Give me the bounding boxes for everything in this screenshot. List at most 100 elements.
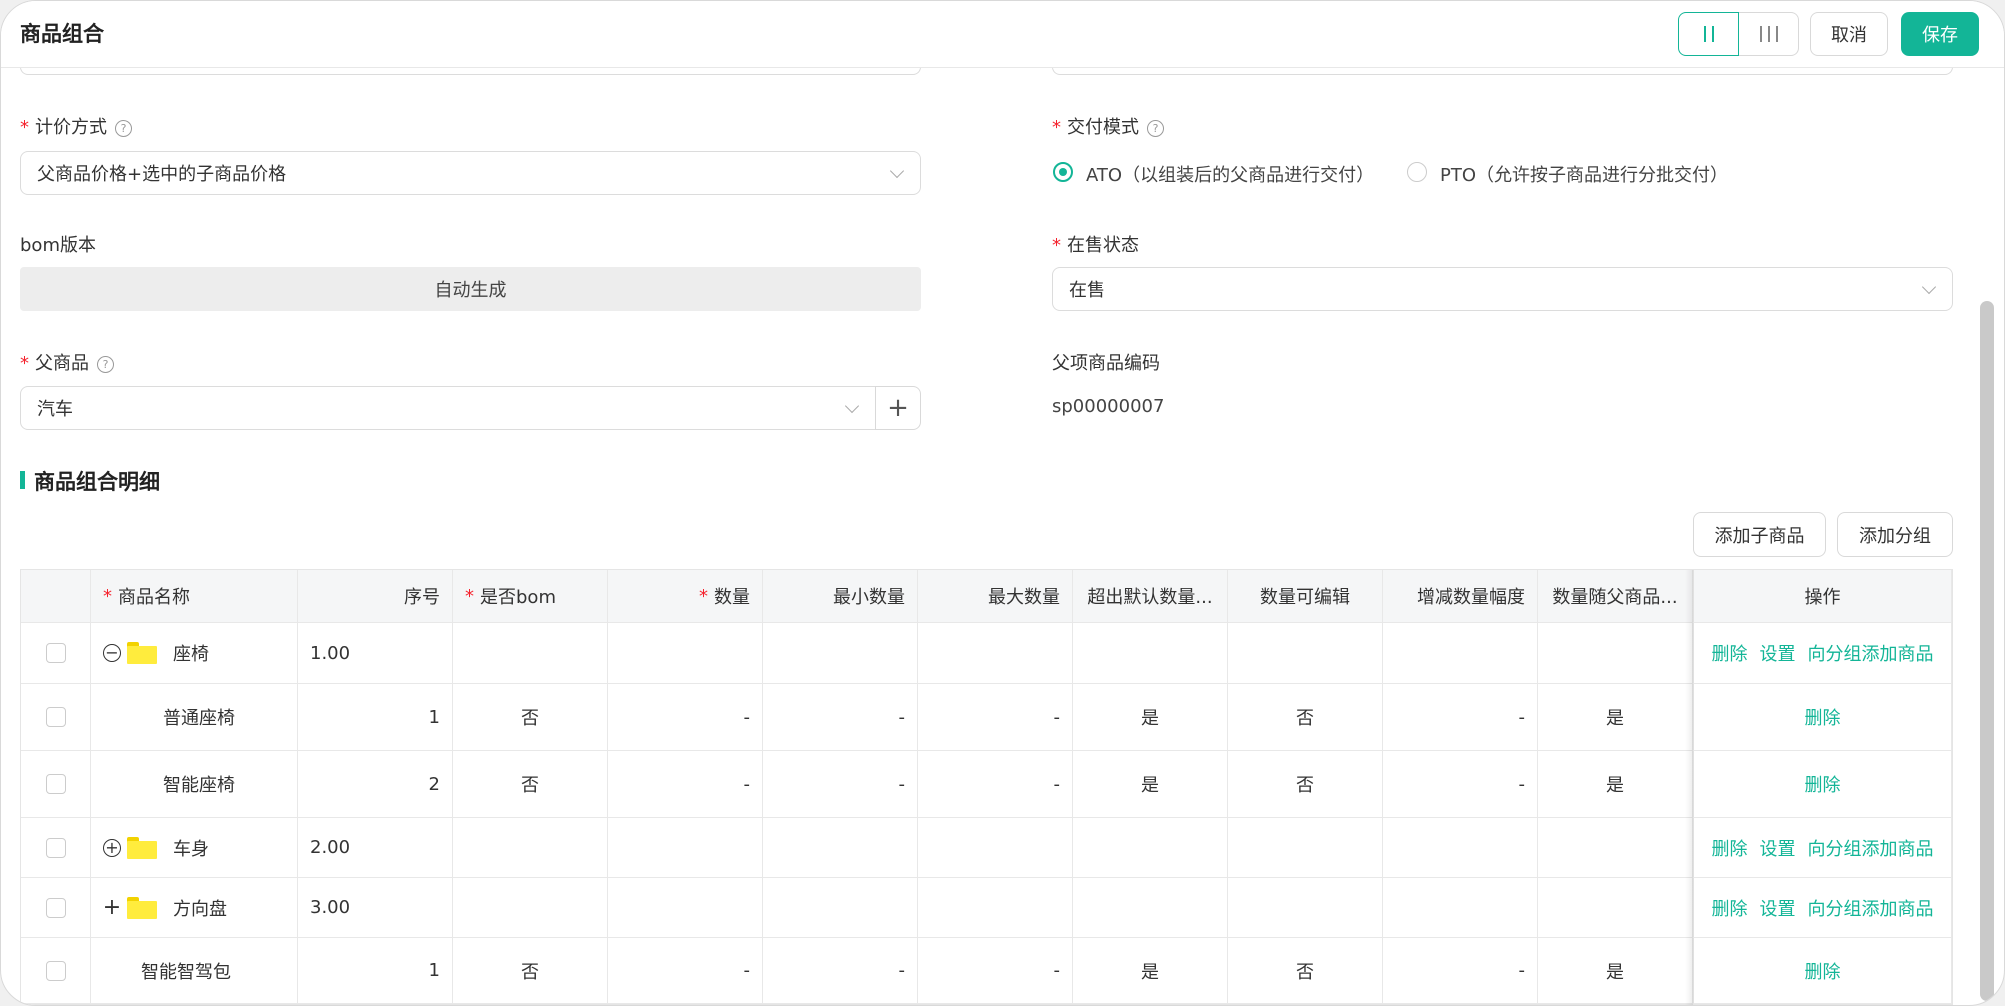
combo-detail-table: * 商品名称 序号 * 是否bom * 数量 最小数量 最大数量 超出默认数量... … — [20, 569, 1953, 1005]
col-header-is-bom[interactable]: * 是否bom — [453, 570, 608, 623]
radio-ato[interactable] — [1053, 162, 1073, 182]
parent-product-label: * 父商品? — [20, 349, 114, 375]
col-header-qty[interactable]: * 数量 — [608, 570, 763, 623]
cell-empty — [453, 623, 608, 684]
col-header-seq[interactable]: 序号 — [298, 570, 453, 623]
row-checkbox[interactable] — [21, 818, 91, 878]
cell-empty — [1383, 818, 1538, 878]
row-checkbox[interactable] — [21, 684, 91, 751]
cell-empty — [453, 878, 608, 938]
delete-link[interactable]: 删除 — [1805, 704, 1841, 730]
expand-icon[interactable]: + — [103, 896, 121, 918]
parent-product-select[interactable]: 汽车 — [20, 386, 876, 430]
row-actions: 删除 — [1693, 938, 1952, 1004]
item-name: 普通座椅 — [91, 684, 298, 751]
add-group-button[interactable]: 添加分组 — [1837, 512, 1953, 557]
group-seq: 2.00 — [298, 818, 453, 878]
cell-empty — [1383, 623, 1538, 684]
col-header-max[interactable]: 最大数量 — [918, 570, 1073, 623]
item-seq: 1 — [298, 684, 453, 751]
radio-ato-label[interactable]: ATO（以组装后的父商品进行交付） — [1086, 161, 1374, 187]
cell-empty — [1538, 818, 1693, 878]
col-header-step[interactable]: 增减数量幅度 — [1383, 570, 1538, 623]
cell-empty — [763, 818, 918, 878]
item-is-bom: 否 — [453, 751, 608, 818]
delivery-label: * 交付模式? — [1052, 113, 1164, 139]
item-step: - — [1383, 684, 1538, 751]
bom-version-label: bom版本 — [20, 235, 96, 256]
settings-link[interactable]: 设置 — [1760, 835, 1796, 861]
add-parent-product-button[interactable]: + — [875, 386, 921, 430]
row-checkbox[interactable] — [21, 938, 91, 1004]
item-editable: 否 — [1228, 938, 1383, 1004]
add-to-group-link[interactable]: 向分组添加商品 — [1808, 640, 1934, 666]
item-over-default: 是 — [1073, 684, 1228, 751]
collapse-icon[interactable]: − — [103, 644, 121, 662]
vertical-scrollbar[interactable] — [1980, 301, 1994, 1001]
sale-status-select[interactable]: 在售 — [1052, 267, 1953, 311]
cancel-button[interactable]: 取消 — [1810, 12, 1888, 56]
item-qty: - — [608, 751, 763, 818]
pricing-value: 父商品价格+选中的子商品价格 — [37, 164, 287, 185]
row-actions: 删除 — [1693, 684, 1952, 751]
radio-pto-label[interactable]: PTO（允许按子商品进行分批交付） — [1440, 161, 1728, 187]
cell-empty — [608, 623, 763, 684]
row-checkbox[interactable] — [21, 751, 91, 818]
row-checkbox[interactable] — [21, 878, 91, 938]
delete-link[interactable]: 删除 — [1805, 958, 1841, 984]
cell-empty — [1073, 878, 1228, 938]
folder-icon — [127, 642, 157, 664]
delete-link[interactable]: 删除 — [1712, 835, 1748, 861]
help-icon[interactable]: ? — [97, 355, 114, 373]
item-seq: 2 — [298, 751, 453, 818]
cell-empty — [763, 623, 918, 684]
settings-link[interactable]: 设置 — [1760, 895, 1796, 921]
bom-version-field: 自动生成 — [20, 267, 921, 311]
save-button[interactable]: 保存 — [1901, 12, 1979, 56]
radio-pto[interactable] — [1407, 162, 1427, 182]
help-icon[interactable]: ? — [115, 119, 132, 137]
cell-empty — [1228, 818, 1383, 878]
delete-link[interactable]: 删除 — [1712, 640, 1748, 666]
delete-link[interactable]: 删除 — [1712, 895, 1748, 921]
add-to-group-link[interactable]: 向分组添加商品 — [1808, 835, 1934, 861]
group-name: 车身 — [173, 838, 209, 860]
delete-link[interactable]: 删除 — [1805, 771, 1841, 797]
cell-empty — [1538, 623, 1693, 684]
layout-three-column-button[interactable] — [1739, 12, 1799, 56]
add-to-group-link[interactable]: 向分组添加商品 — [1808, 895, 1934, 921]
pricing-select[interactable]: 父商品价格+选中的子商品价格 — [20, 151, 921, 195]
item-over-default: 是 — [1073, 751, 1228, 818]
settings-link[interactable]: 设置 — [1760, 640, 1796, 666]
col-header-follow-parent[interactable]: 数量随父商品... — [1538, 570, 1693, 623]
col-header-actions: 操作 — [1693, 570, 1952, 623]
section-accent-bar — [20, 471, 25, 489]
header-bar: 商品组合 取消 保存 — [1, 1, 2004, 68]
item-step: - — [1383, 751, 1538, 818]
col-header-name[interactable]: * 商品名称 — [91, 570, 298, 623]
add-child-product-button[interactable]: 添加子商品 — [1693, 512, 1826, 557]
item-qty: - — [608, 684, 763, 751]
header-checkbox-col — [21, 570, 91, 623]
cell-empty — [918, 878, 1073, 938]
col-header-editable[interactable]: 数量可编辑 — [1228, 570, 1383, 623]
col-header-min[interactable]: 最小数量 — [763, 570, 918, 623]
group-name-cell: + 车身 — [91, 818, 298, 878]
expand-icon[interactable]: + — [103, 838, 121, 857]
help-icon[interactable]: ? — [1147, 119, 1164, 137]
cell-empty — [1538, 878, 1693, 938]
col-header-over-default[interactable]: 超出默认数量... — [1073, 570, 1228, 623]
item-min: - — [763, 938, 918, 1004]
item-max: - — [918, 938, 1073, 1004]
item-min: - — [763, 751, 918, 818]
item-is-bom: 否 — [453, 684, 608, 751]
row-checkbox[interactable] — [21, 623, 91, 684]
cell-empty — [1383, 878, 1538, 938]
item-follow-parent: 是 — [1538, 938, 1693, 1004]
group-seq: 1.00 — [298, 623, 453, 684]
sale-status-value: 在售 — [1069, 280, 1105, 301]
cell-empty — [1073, 623, 1228, 684]
layout-two-column-button[interactable] — [1678, 12, 1739, 56]
row-actions: 删除 设置 向分组添加商品 — [1693, 818, 1952, 878]
group-name-cell: + 方向盘 — [91, 878, 298, 938]
